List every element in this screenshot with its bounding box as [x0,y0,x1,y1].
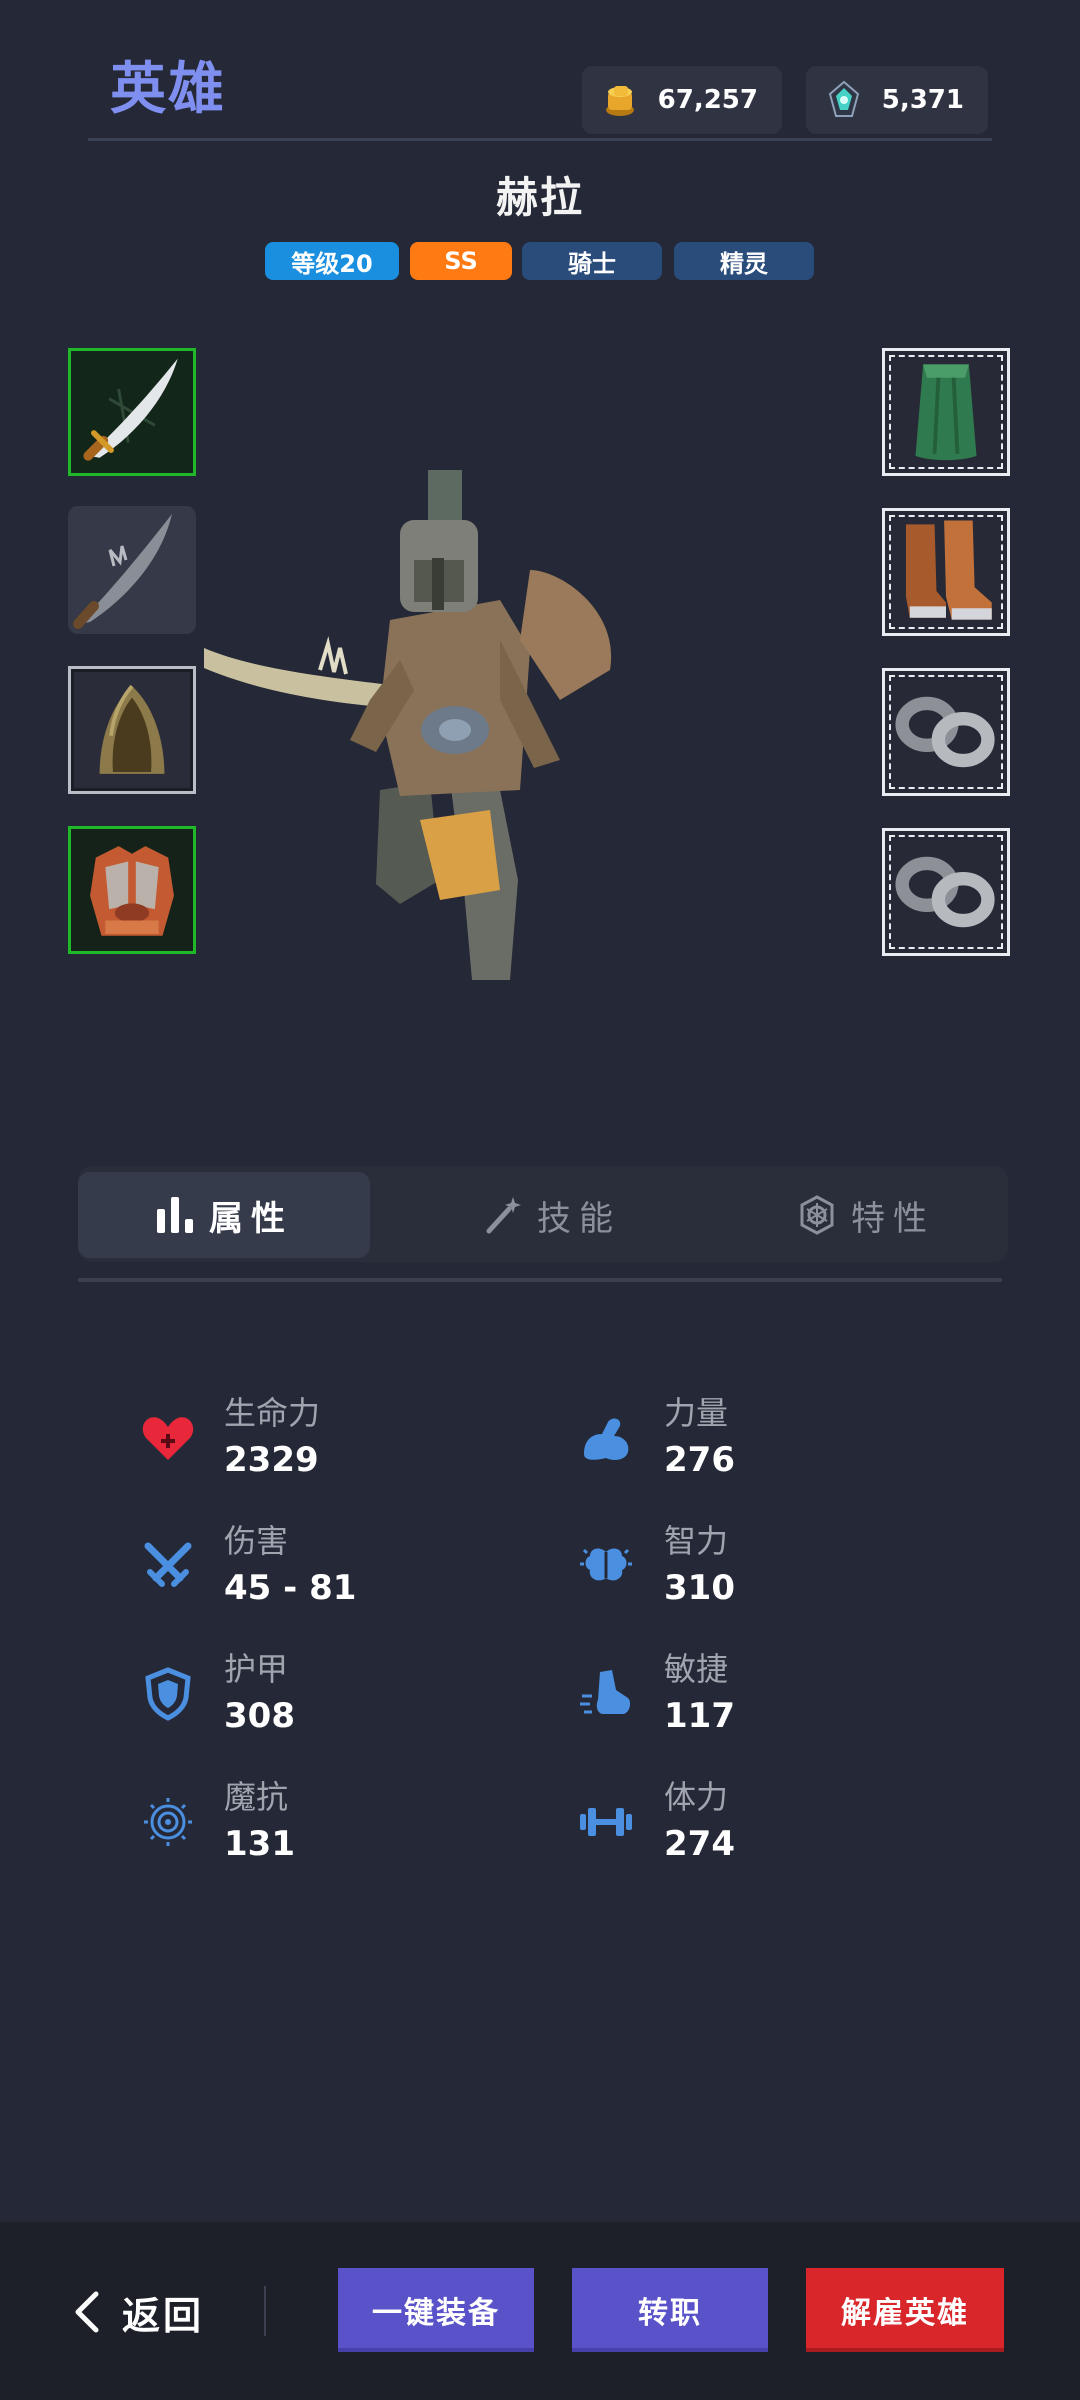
footer-divider [264,2286,266,2336]
hero-name: 赫拉 [495,173,584,222]
leather-hood-icon [99,684,165,774]
green-cloak-icon [915,364,977,461]
header-divider [88,138,992,141]
crossed-swords-icon [140,1538,196,1594]
cloak-slot[interactable] [882,348,1010,476]
hero-character-model[interactable] [200,460,680,1000]
stat-label-health: 生命力 [224,1394,321,1432]
stat-label-damage: 伤害 [224,1522,289,1560]
stat-label-agility: 敏捷 [664,1650,729,1688]
change-class-button[interactable]: 转职 [572,2268,768,2352]
tab-attributes[interactable]: 属性 [78,1172,370,1258]
stat-label-strength: 力量 [664,1394,729,1432]
rank-badge: SS [410,242,512,280]
stat-value-armor: 308 [224,1696,295,1736]
stat-value-strength: 276 [664,1440,735,1480]
tab-traits[interactable]: 特性 [716,1172,1016,1258]
iron-rings-icon [895,856,995,928]
stat-value-health: 2329 [224,1440,319,1480]
dismiss-hero-button[interactable]: 解雇英雄 [806,2268,1004,2352]
back-label: 返回 [122,2293,205,2338]
chest-slot[interactable] [68,826,196,954]
boots-slot[interactable] [882,508,1010,636]
tab-traits-label: 特性 [851,1198,935,1239]
back-button[interactable]: 返回 [74,2272,204,2352]
gold-coins-icon [600,80,640,120]
level-badge: 等级20 [265,242,399,280]
stat-label-magic-resist: 魔抗 [224,1778,289,1816]
scimitar-offhand-icon [73,514,172,629]
bar-chart-icon [155,1195,195,1235]
dumbbell-icon [578,1794,634,1850]
magic-wand-icon [483,1195,523,1235]
magic-swirl-icon [140,1794,196,1850]
stat-label-stamina: 体力 [664,1778,729,1816]
scimitar-weapon-icon [71,351,193,473]
tab-skills-label: 技能 [537,1198,621,1239]
stat-value-agility: 117 [664,1696,735,1736]
race-badge: 精灵 [674,242,814,280]
ring-slot-1[interactable] [882,668,1010,796]
iron-rings-icon [895,696,995,768]
stat-value-magic-resist: 131 [224,1824,295,1864]
chevron-left-icon [74,2290,100,2334]
gold-currency-display[interactable]: 67,257 [582,66,782,134]
weapon-slot[interactable] [68,348,196,476]
stat-value-stamina: 274 [664,1824,735,1864]
flexed-arm-icon [578,1410,634,1466]
heart-icon [140,1410,196,1466]
gem-currency-display[interactable]: 5,371 [806,66,988,134]
gem-amount: 5,371 [881,85,964,115]
tab-attributes-label: 属性 [209,1198,293,1239]
soul-gem-icon [826,80,862,120]
leather-boots-icon [905,520,992,620]
stat-label-armor: 护甲 [224,1650,289,1688]
stat-value-intelligence: 310 [664,1568,735,1608]
running-boot-icon [578,1666,634,1722]
offhand-slot[interactable] [68,506,196,634]
trait-emblem-icon [797,1195,837,1235]
class-badge: 骑士 [522,242,662,280]
head-slot[interactable] [68,666,196,794]
page-title: 英雄 [110,57,226,122]
equip-all-button[interactable]: 一键装备 [338,2268,534,2352]
gold-amount: 67,257 [657,85,758,115]
ring-slot-2[interactable] [882,828,1010,956]
tab-divider [78,1278,1002,1282]
stat-value-damage: 45 - 81 [224,1568,357,1608]
tab-skills[interactable]: 技能 [402,1172,702,1258]
stat-label-intelligence: 智力 [664,1522,729,1560]
shield-icon [140,1666,196,1722]
chest-armor-icon [71,829,193,951]
brain-icon [578,1538,634,1594]
